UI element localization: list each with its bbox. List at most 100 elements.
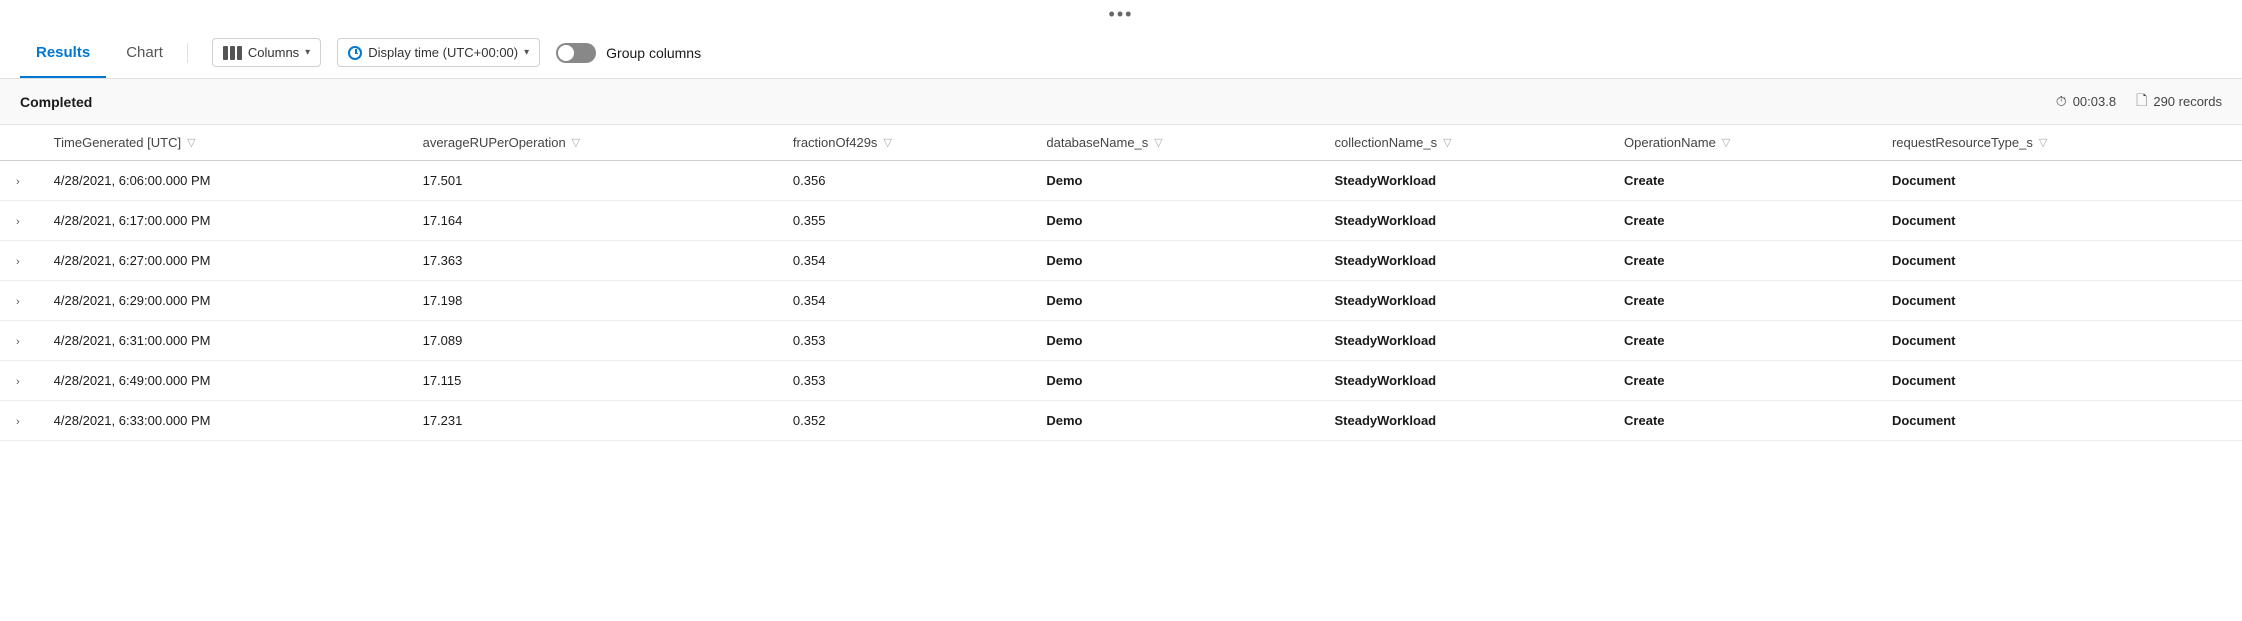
cell-resource-type-0: Document	[1876, 161, 2242, 201]
records-item: 🗋 290 records	[2136, 90, 2222, 114]
cell-avg-ru-6: 17.231	[407, 401, 777, 441]
cell-time-4: 4/28/2021, 6:31:00.000 PM	[38, 321, 407, 361]
expand-button[interactable]: ›	[10, 174, 26, 190]
toolbar-group: Columns ▾ Display time (UTC+00:00) ▾ Gro…	[212, 38, 701, 67]
cell-fraction-0: 0.356	[777, 161, 1030, 201]
table-header-row: TimeGenerated [UTC] ▽ averageRUPerOperat…	[0, 125, 2242, 161]
cell-db-name-4: Demo	[1030, 321, 1318, 361]
status-bar: Completed ⏱ 00:03.8 🗋 290 records	[0, 79, 2242, 125]
cell-time-6: 4/28/2021, 6:33:00.000 PM	[38, 401, 407, 441]
group-columns-label: Group columns	[606, 45, 701, 61]
filter-avg-ru-icon[interactable]: ▽	[572, 136, 580, 149]
cell-db-name-5: Demo	[1030, 361, 1318, 401]
tab-results[interactable]: Results	[20, 27, 106, 78]
cell-operation-5: Create	[1608, 361, 1876, 401]
th-time-generated: TimeGenerated [UTC] ▽	[38, 125, 407, 161]
expand-btn-cell: ›	[0, 361, 38, 401]
cell-db-name-0: Demo	[1030, 161, 1318, 201]
expand-button[interactable]: ›	[10, 414, 26, 430]
records-value: 290 records	[2153, 94, 2222, 109]
display-time-chevron-icon: ▾	[524, 47, 529, 58]
cell-time-2: 4/28/2021, 6:27:00.000 PM	[38, 241, 407, 281]
cell-collection-5: SteadyWorkload	[1319, 361, 1609, 401]
th-avg-ru: averageRUPerOperation ▽	[407, 125, 777, 161]
cell-resource-type-1: Document	[1876, 201, 2242, 241]
cell-time-1: 4/28/2021, 6:17:00.000 PM	[38, 201, 407, 241]
table-row: › 4/28/2021, 6:06:00.000 PM 17.501 0.356…	[0, 161, 2242, 201]
timer-icon: ⏱	[2056, 93, 2067, 110]
table-row: › 4/28/2021, 6:17:00.000 PM 17.164 0.355…	[0, 201, 2242, 241]
records-icon: 🗋	[2136, 90, 2147, 114]
expand-btn-cell: ›	[0, 241, 38, 281]
cell-resource-type-4: Document	[1876, 321, 2242, 361]
cell-resource-type-6: Document	[1876, 401, 2242, 441]
th-collection-name: collectionName_s ▽	[1319, 125, 1609, 161]
cell-avg-ru-5: 17.115	[407, 361, 777, 401]
th-db-name: databaseName_s ▽	[1030, 125, 1318, 161]
tab-bar: Results Chart Columns ▾ Display time (UT…	[0, 27, 2242, 79]
expand-button[interactable]: ›	[10, 254, 26, 270]
cell-collection-1: SteadyWorkload	[1319, 201, 1609, 241]
filter-fraction-icon[interactable]: ▽	[883, 136, 891, 149]
filter-operation-name-icon[interactable]: ▽	[1722, 136, 1730, 149]
expand-btn-cell: ›	[0, 281, 38, 321]
top-dots: •••	[0, 0, 2242, 27]
filter-db-name-icon[interactable]: ▽	[1154, 136, 1162, 149]
status-right: ⏱ 00:03.8 🗋 290 records	[2056, 90, 2222, 114]
cell-resource-type-5: Document	[1876, 361, 2242, 401]
cell-operation-0: Create	[1608, 161, 1876, 201]
cell-fraction-6: 0.352	[777, 401, 1030, 441]
cell-collection-0: SteadyWorkload	[1319, 161, 1609, 201]
cell-time-0: 4/28/2021, 6:06:00.000 PM	[38, 161, 407, 201]
group-columns-toggle[interactable]	[556, 43, 596, 63]
cell-resource-type-3: Document	[1876, 281, 2242, 321]
filter-time-generated-icon[interactable]: ▽	[187, 136, 195, 149]
cell-time-3: 4/28/2021, 6:29:00.000 PM	[38, 281, 407, 321]
th-fraction: fractionOf429s ▽	[777, 125, 1030, 161]
th-expand	[0, 125, 38, 161]
filter-resource-type-icon[interactable]: ▽	[2039, 136, 2047, 149]
tab-divider	[187, 43, 188, 63]
expand-btn-cell: ›	[0, 401, 38, 441]
expand-btn-cell: ›	[0, 161, 38, 201]
cell-fraction-1: 0.355	[777, 201, 1030, 241]
cell-avg-ru-4: 17.089	[407, 321, 777, 361]
clock-icon	[348, 46, 362, 60]
expand-button[interactable]: ›	[10, 214, 26, 230]
table-row: › 4/28/2021, 6:49:00.000 PM 17.115 0.353…	[0, 361, 2242, 401]
cell-operation-1: Create	[1608, 201, 1876, 241]
cell-fraction-5: 0.353	[777, 361, 1030, 401]
duration-value: 00:03.8	[2073, 94, 2116, 109]
cell-collection-3: SteadyWorkload	[1319, 281, 1609, 321]
cell-resource-type-2: Document	[1876, 241, 2242, 281]
columns-button[interactable]: Columns ▾	[212, 38, 321, 67]
cell-fraction-4: 0.353	[777, 321, 1030, 361]
expand-button[interactable]: ›	[10, 294, 26, 310]
cell-db-name-2: Demo	[1030, 241, 1318, 281]
display-time-button[interactable]: Display time (UTC+00:00) ▾	[337, 38, 540, 67]
cell-avg-ru-0: 17.501	[407, 161, 777, 201]
expand-button[interactable]: ›	[10, 374, 26, 390]
cell-operation-3: Create	[1608, 281, 1876, 321]
columns-icon	[223, 46, 242, 60]
filter-collection-name-icon[interactable]: ▽	[1443, 136, 1451, 149]
th-request-resource-type: requestResourceType_s ▽	[1876, 125, 2242, 161]
cell-avg-ru-2: 17.363	[407, 241, 777, 281]
cell-time-5: 4/28/2021, 6:49:00.000 PM	[38, 361, 407, 401]
cell-operation-4: Create	[1608, 321, 1876, 361]
cell-collection-4: SteadyWorkload	[1319, 321, 1609, 361]
cell-fraction-2: 0.354	[777, 241, 1030, 281]
expand-button[interactable]: ›	[10, 334, 26, 350]
results-table-container: TimeGenerated [UTC] ▽ averageRUPerOperat…	[0, 125, 2242, 441]
table-row: › 4/28/2021, 6:33:00.000 PM 17.231 0.352…	[0, 401, 2242, 441]
group-columns-toggle-wrap: Group columns	[556, 43, 701, 63]
cell-db-name-1: Demo	[1030, 201, 1318, 241]
tab-chart[interactable]: Chart	[110, 27, 179, 78]
expand-btn-cell: ›	[0, 201, 38, 241]
duration-item: ⏱ 00:03.8	[2056, 93, 2116, 110]
cell-collection-6: SteadyWorkload	[1319, 401, 1609, 441]
cell-db-name-6: Demo	[1030, 401, 1318, 441]
results-table: TimeGenerated [UTC] ▽ averageRUPerOperat…	[0, 125, 2242, 441]
table-row: › 4/28/2021, 6:27:00.000 PM 17.363 0.354…	[0, 241, 2242, 281]
status-text: Completed	[20, 94, 92, 110]
